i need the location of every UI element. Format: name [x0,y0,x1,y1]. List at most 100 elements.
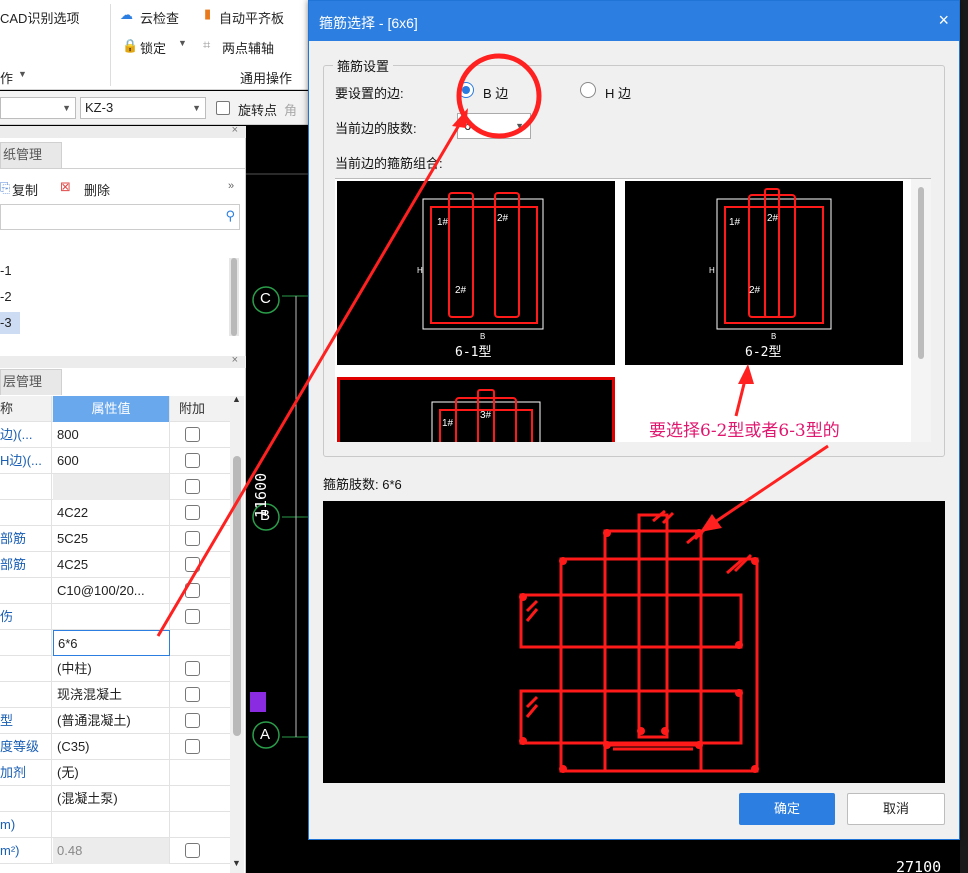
scroll-thumb[interactable] [918,187,924,359]
property-value[interactable]: C10@100/20... [53,578,170,604]
extra-checkbox[interactable] [185,713,200,728]
property-row[interactable]: m²) 0.48 [0,838,230,864]
extra-checkbox[interactable] [185,843,200,858]
stirrup-option-6-3[interactable]: 1# 3# [337,377,615,442]
dialog-titlebar[interactable]: 箍筋选择 - [6x6] × [309,1,959,41]
delete-button[interactable]: 删除 [84,180,110,199]
extra-checkbox[interactable] [185,453,200,468]
property-row[interactable]: 度等级 (C35) [0,734,230,760]
drawing-item-selected[interactable]: -3 [0,312,20,334]
property-row[interactable]: 部筋 4C25 [0,552,230,578]
property-extra [171,552,230,578]
svg-text:1#: 1# [442,418,454,429]
extra-checkbox[interactable] [185,661,200,676]
property-row[interactable]: H边)(... 600 [0,448,230,474]
cad-options-button[interactable]: CAD识别选项 [0,8,79,27]
close-icon[interactable]: × [938,10,949,31]
lock-button[interactable]: 锁定 [140,38,166,57]
op-group-label[interactable]: 作 [0,68,13,87]
property-row[interactable]: (中柱) [0,656,230,682]
property-value[interactable] [53,604,170,630]
property-extra [171,656,230,682]
rotate-point-checkbox[interactable] [216,101,230,115]
extra-checkbox[interactable] [185,505,200,520]
auto-align-button[interactable]: 自动平齐板 [219,8,284,27]
props-scrollbar[interactable]: ▲ ▼ [230,394,244,873]
property-extra [171,448,230,474]
drawing-canvas[interactable]: C B A 11600 [246,126,308,873]
scroll-up-icon[interactable]: ▲ [232,394,241,404]
more-icon[interactable]: » [228,180,234,192]
search-icon[interactable]: ⚲ [225,208,235,224]
axis-label-c: C [260,290,271,307]
property-value[interactable]: (无) [53,760,170,786]
cloud-check-button[interactable]: 云检查 [140,8,179,27]
lock-icon: 🔒 [122,38,139,53]
extra-checkbox[interactable] [185,687,200,702]
property-value[interactable]: (中柱) [53,656,170,682]
property-row[interactable]: 边)(... 800 [0,422,230,448]
two-point-axis-button[interactable]: 两点辅轴 [222,38,274,57]
property-value[interactable] [53,474,170,500]
side-b-radio[interactable] [458,82,474,98]
scroll-down-icon[interactable]: ▼ [232,858,241,868]
side-h-label[interactable]: H 边 [605,83,631,102]
property-value[interactable]: 4C22 [53,500,170,526]
property-value[interactable]: 现浇混凝土 [53,682,170,708]
property-row[interactable]: (混凝土泵) [0,786,230,812]
close-icon[interactable]: × [232,354,238,366]
drawing-manager-tab[interactable]: 纸管理 [0,142,62,168]
side-h-radio[interactable] [580,82,596,98]
close-icon[interactable]: × [232,124,238,136]
side-b-label[interactable]: B 边 [483,83,508,102]
scroll-thumb[interactable] [231,258,237,336]
property-value[interactable]: (混凝土泵) [53,786,170,812]
property-row[interactable]: 型 (普通混凝土) [0,708,230,734]
copy-button[interactable]: 复制 [12,180,38,199]
property-row[interactable]: 6*6 [0,630,230,656]
property-value[interactable] [53,812,170,838]
gallery-scrollbar[interactable] [911,179,931,442]
drawing-item[interactable]: -1 [0,260,30,282]
property-extra [171,578,230,604]
floor-select[interactable]: ▼ [0,97,76,119]
props-header-name: 称 [0,396,52,422]
property-value[interactable]: 800 [53,422,170,448]
leg-count-select[interactable]: 6 ▼ [457,113,531,139]
drawing-scrollbar[interactable] [229,258,239,336]
scroll-thumb[interactable] [233,456,241,736]
property-value[interactable]: (C35) [53,734,170,760]
chevron-down-icon[interactable]: ▼ [178,38,187,48]
property-row[interactable]: m) [0,812,230,838]
extra-checkbox[interactable] [185,531,200,546]
property-value[interactable]: 5C25 [53,526,170,552]
extra-checkbox[interactable] [185,427,200,442]
stirrup-option-6-1[interactable]: 1# 2# 2# H B 6-1型 [337,181,615,365]
ok-button[interactable]: 确定 [739,793,835,825]
property-row[interactable] [0,474,230,500]
extra-checkbox[interactable] [185,739,200,754]
cancel-button[interactable]: 取消 [847,793,945,825]
property-row[interactable]: C10@100/20... [0,578,230,604]
drawing-item[interactable]: -2 [0,286,30,308]
property-row[interactable]: 伤 [0,604,230,630]
extra-checkbox[interactable] [185,557,200,572]
property-row[interactable]: 加剂 (无) [0,760,230,786]
extra-checkbox[interactable] [185,479,200,494]
property-row[interactable]: 4C22 [0,500,230,526]
property-value[interactable]: 0.48 [53,838,170,864]
stirrup-option-6-2[interactable]: 1# 2# 2# H B 6-2型 [625,181,903,365]
property-value[interactable]: 4C25 [53,552,170,578]
layer-manager-tab[interactable]: 层管理 [0,369,62,395]
extra-checkbox[interactable] [185,583,200,598]
chevron-down-icon[interactable]: ▼ [18,69,27,79]
extra-checkbox[interactable] [185,609,200,624]
drawing-search-input[interactable]: ⚲ [0,204,240,230]
property-row[interactable]: 现浇混凝土 [0,682,230,708]
property-value[interactable]: 600 [53,448,170,474]
property-row[interactable]: 部筋 5C25 [0,526,230,552]
stirrup-preview [323,501,945,783]
property-value[interactable]: (普通混凝土) [53,708,170,734]
property-value[interactable]: 6*6 [53,630,170,656]
member-select[interactable]: KZ-3 ▼ [80,97,206,119]
